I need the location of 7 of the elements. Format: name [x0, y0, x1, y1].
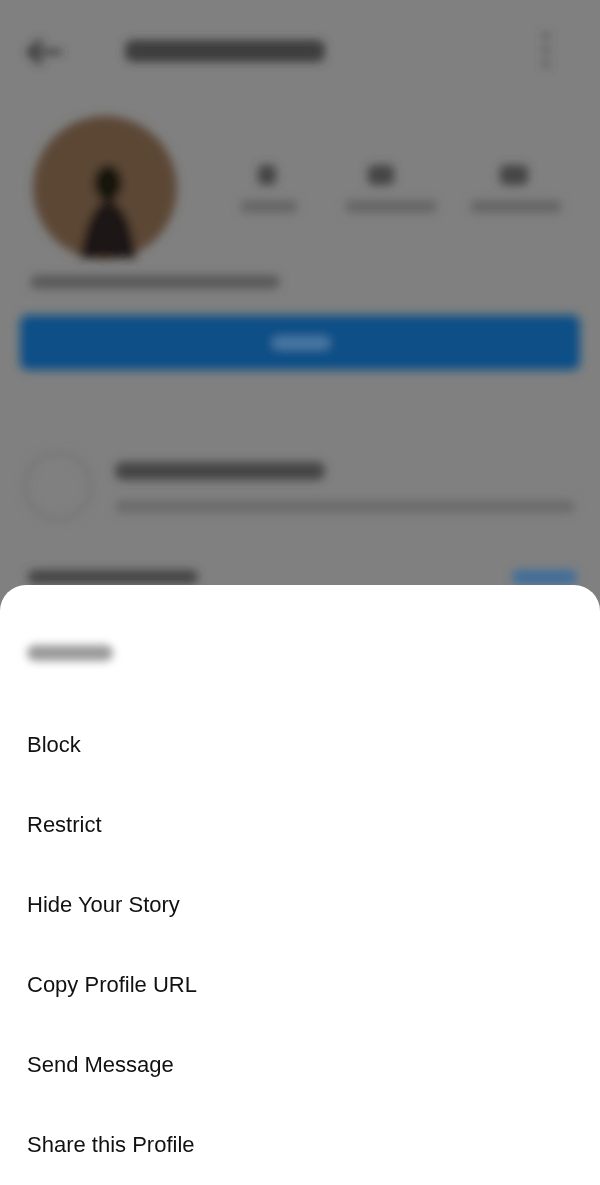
menu-item[interactable]: Share this Profile [27, 1132, 195, 1158]
menu-item[interactable]: Hide Your Story [27, 892, 180, 918]
menu-item[interactable]: Copy Profile URL [27, 972, 197, 998]
blurred-menu-item[interactable] [27, 645, 113, 661]
menu-item[interactable]: Send Message [27, 1052, 174, 1078]
menu-item[interactable]: Restrict [27, 812, 102, 838]
menu-item[interactable]: Block [27, 732, 81, 758]
